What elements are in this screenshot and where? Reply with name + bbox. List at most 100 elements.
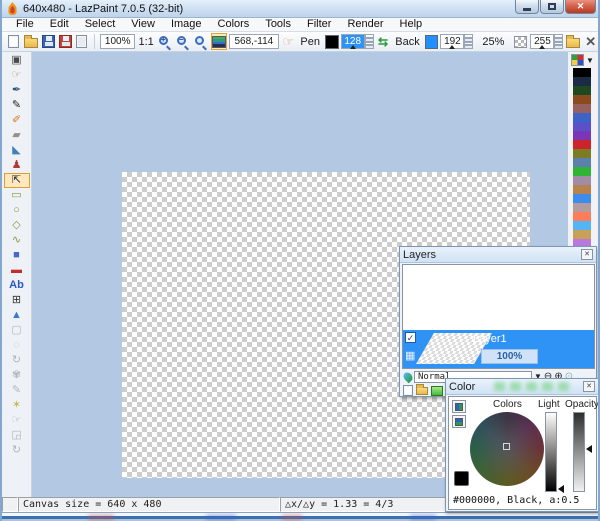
brush-tool[interactable]: ✐ [4, 113, 30, 128]
select-scale-tool[interactable]: ✾ [4, 368, 30, 383]
frame-tool[interactable]: ▣ [4, 53, 30, 68]
hand-button[interactable]: ☞ [281, 33, 296, 50]
palette-swatch[interactable] [573, 131, 591, 140]
light-slider[interactable] [545, 412, 557, 492]
menu-edit[interactable]: Edit [42, 18, 77, 31]
menu-select[interactable]: Select [77, 18, 124, 31]
palette-swatch[interactable] [573, 185, 591, 194]
pen-opacity-spinner[interactable]: 128 [341, 34, 374, 49]
back-opacity-down-button[interactable] [464, 42, 473, 50]
palette-swatch[interactable] [573, 176, 591, 185]
new-file-button[interactable] [6, 33, 21, 50]
select-pen-tool[interactable]: ✎ [4, 383, 30, 398]
palette-swatch[interactable] [573, 95, 591, 104]
open-file-button[interactable] [23, 33, 39, 50]
color-wheel[interactable] [470, 412, 544, 486]
back-color-swatch[interactable] [425, 35, 439, 49]
select-ellipse-tool[interactable]: ◌ [4, 338, 30, 353]
polygon-tool[interactable]: ◇ [4, 218, 30, 233]
menu-filter[interactable]: Filter [299, 18, 339, 31]
opacity-slider-marker[interactable] [586, 445, 592, 453]
deformation-grid-tool[interactable]: ⊞ [4, 293, 30, 308]
pen-opacity-up-button[interactable] [365, 34, 374, 42]
minimize-button[interactable] [515, 0, 539, 14]
texture-opacity-spinner[interactable]: 255 [530, 34, 563, 49]
texture-opacity-up-button[interactable] [554, 34, 563, 42]
menu-colors[interactable]: Colors [210, 18, 258, 31]
back-opacity-value[interactable]: 192 [440, 34, 464, 49]
rotate-selection-tool[interactable]: ↻ [4, 443, 30, 458]
magic-wand-tool[interactable]: ✶ [4, 398, 30, 413]
reset-colors-button[interactable] [452, 400, 466, 413]
menu-tools[interactable]: Tools [257, 18, 299, 31]
pen-tool[interactable]: ✎ [4, 98, 30, 113]
layer-visibility-checkbox[interactable]: ✓ [405, 332, 416, 343]
text-tool[interactable]: Ab [4, 278, 30, 293]
palette-swatch[interactable] [573, 230, 591, 239]
curve-tool[interactable]: ∿ [4, 233, 30, 248]
zoom-in-button[interactable]: + [157, 33, 173, 50]
palette-swatch[interactable] [573, 113, 591, 122]
texture-opacity-value[interactable]: 255 [530, 34, 554, 49]
swap-colors-button[interactable]: ⇆ [376, 33, 391, 50]
select-rotate-tool[interactable]: ↻ [4, 353, 30, 368]
palette-swatch[interactable] [573, 104, 591, 113]
pen-color-swatch[interactable] [325, 35, 339, 49]
palette-swatch[interactable] [573, 212, 591, 221]
opacity-slider[interactable] [573, 412, 585, 492]
menu-help[interactable]: Help [392, 18, 431, 31]
palette-swatch[interactable] [573, 68, 591, 77]
palette-swatch[interactable] [573, 140, 591, 149]
swap-fg-bg-button[interactable] [452, 415, 466, 428]
maximize-button[interactable] [540, 0, 564, 14]
palette-swatch[interactable] [573, 149, 591, 158]
palette-swatch[interactable] [573, 221, 591, 230]
layer-perspective-tool[interactable]: ▲ [4, 308, 30, 323]
move-selection-disabled-tool[interactable]: ☞ [4, 413, 30, 428]
pen-opacity-value[interactable]: 128 [341, 34, 365, 49]
current-color-swatch[interactable] [454, 471, 469, 486]
remove-texture-button[interactable]: ✕ [583, 33, 598, 50]
menu-file[interactable]: File [8, 18, 42, 31]
zoom-fit-button[interactable] [193, 33, 209, 50]
palette-swatch[interactable] [573, 86, 591, 95]
zoom-level-field[interactable]: 100% [100, 34, 136, 49]
palette-swatch[interactable] [573, 77, 591, 86]
palette-swatch[interactable] [573, 158, 591, 167]
open-layer-button[interactable] [416, 387, 428, 395]
color-panel-close-button[interactable]: ✕ [583, 381, 595, 392]
duplicate-layer-button[interactable] [431, 386, 443, 396]
move-selection-tool[interactable]: ⇱ [4, 173, 30, 188]
gradient-tool[interactable]: ■ [4, 248, 30, 263]
add-layer-button[interactable] [403, 385, 413, 396]
copy-button[interactable] [75, 33, 90, 50]
pen-opacity-down-button[interactable] [365, 42, 374, 50]
layers-panel-close-button[interactable]: ✕ [581, 249, 593, 260]
title-bar[interactable]: 640x480 - LazPaint 7.0.5 (32-bit) ✕ [2, 0, 598, 18]
ellipse-tool[interactable]: ○ [4, 203, 30, 218]
texture-opacity-down-button[interactable] [554, 42, 563, 50]
zoom-1-1-button[interactable]: 1:1 [137, 33, 154, 50]
colorpicker-tool[interactable]: ✒ [4, 83, 30, 98]
close-button[interactable]: ✕ [565, 0, 596, 14]
palette-swatch[interactable] [573, 122, 591, 131]
back-opacity-spinner[interactable]: 192 [440, 34, 473, 49]
palette-swatch[interactable] [573, 167, 591, 176]
layer-row[interactable]: ✓ ▦ Layer1 100% [403, 330, 594, 368]
hand-tool[interactable]: ☞ [4, 68, 30, 83]
menu-view[interactable]: View [123, 18, 163, 31]
eraser-tool[interactable]: ▰ [4, 128, 30, 143]
light-slider-marker[interactable] [558, 485, 564, 493]
toggle-layers-window-button[interactable] [211, 33, 227, 50]
color-panel-titlebar[interactable]: Color ✕ [446, 379, 598, 395]
resize-selection-tool[interactable]: ◲ [4, 428, 30, 443]
rectangle-tool[interactable]: ▭ [4, 188, 30, 203]
texture-button[interactable] [513, 33, 528, 50]
back-opacity-up-button[interactable] [464, 34, 473, 42]
select-rect-tool[interactable]: ▢ [4, 323, 30, 338]
layer-opacity-slider[interactable]: 100% [481, 349, 538, 364]
clonestamp-tool[interactable]: ♟ [4, 158, 30, 173]
filled-rect-tool[interactable]: ▬ [4, 263, 30, 278]
palette-swatch[interactable] [573, 203, 591, 212]
floodfill-tool[interactable]: ◣ [4, 143, 30, 158]
